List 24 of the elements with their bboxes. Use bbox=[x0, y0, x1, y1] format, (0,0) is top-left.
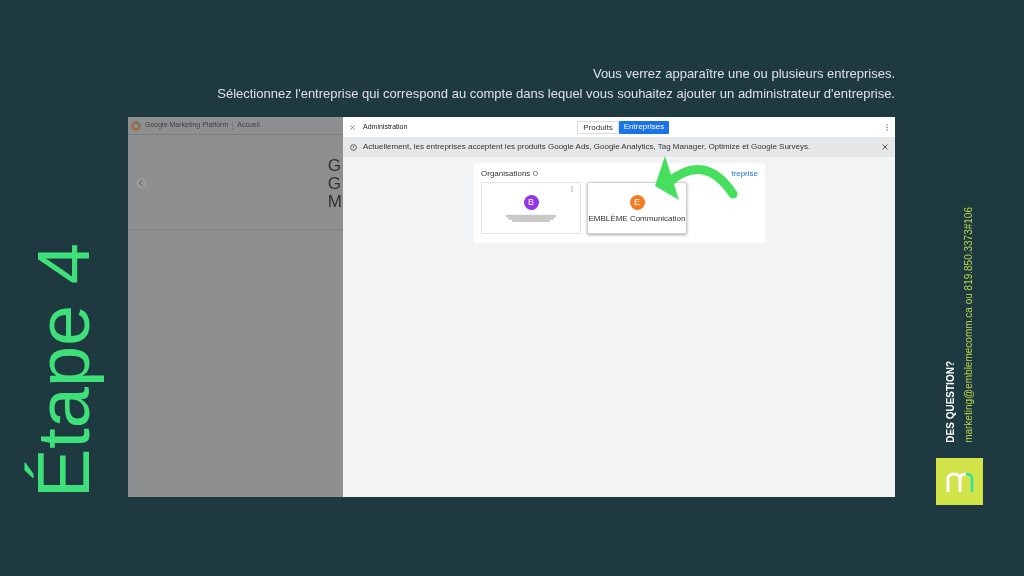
headline-fragment: G bbox=[327, 175, 342, 193]
chevron-left-icon[interactable] bbox=[135, 177, 147, 189]
info-icon bbox=[350, 143, 357, 151]
link[interactable]: treprise bbox=[731, 167, 758, 180]
organization-card[interactable]: E EMBLÈME Communication bbox=[587, 182, 687, 234]
tab[interactable]: Produits bbox=[577, 120, 619, 134]
contact-details: marketing@emblemecomm.ca ou 819.850.3373#106 bbox=[962, 207, 975, 443]
organization-card[interactable]: B bbox=[481, 182, 581, 234]
organization-name: EMBLÈME Communication bbox=[588, 213, 686, 225]
notice-text: Actuellement, les entreprises acceptent les produits Google Ads, Google Analytics, Tag Manager, Optimize et Google Surveys. bbox=[363, 141, 811, 153]
logo-icon bbox=[936, 458, 983, 505]
tab[interactable]: Entreprises bbox=[618, 120, 670, 134]
avatar: B bbox=[523, 195, 539, 210]
headline-fragment: G bbox=[327, 157, 342, 175]
close-icon[interactable] bbox=[350, 124, 355, 130]
close-icon[interactable] bbox=[882, 144, 888, 150]
instruction-text: Vous verrez apparaître une ou plusieurs entreprises. bbox=[592, 66, 895, 82]
contact-heading: DES QUESTION? bbox=[944, 361, 957, 443]
headline-fragment: M bbox=[327, 193, 342, 211]
logo-icon bbox=[131, 120, 141, 131]
help-icon bbox=[533, 171, 539, 176]
avatar: E bbox=[629, 195, 645, 210]
section-title: Organisations bbox=[481, 167, 531, 180]
instruction-text: Sélectionnez l'entreprise qui correspond au compte dans lequel vous souhaitez ajouter un administrateur d'entreprise. bbox=[217, 86, 895, 102]
